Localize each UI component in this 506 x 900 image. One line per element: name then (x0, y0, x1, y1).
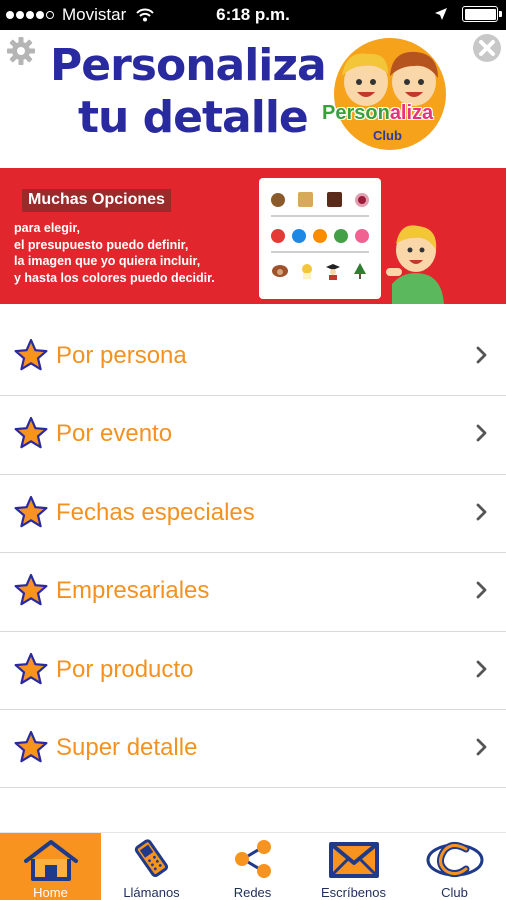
square-icon (298, 192, 314, 207)
share-icon (234, 840, 271, 878)
menu-item-super-detalle[interactable]: Super detalle (0, 710, 506, 789)
color-dot (334, 229, 348, 243)
star-icon (14, 417, 48, 449)
tab-label: Llámanos (123, 885, 180, 900)
envelope-icon (328, 842, 379, 878)
chevron-right-icon (476, 738, 487, 756)
gear-icon[interactable] (6, 36, 36, 66)
menu-item-por-evento[interactable]: Por evento (0, 396, 506, 475)
shape-options (271, 192, 369, 207)
color-dot (355, 229, 369, 243)
app-title-line1: Personaliza (50, 40, 327, 91)
menu-item-label: Super detalle (56, 733, 198, 761)
graduate-icon (326, 264, 341, 280)
angel-icon (301, 264, 312, 279)
menu-item-fechas-especiales[interactable]: Fechas especiales (0, 475, 506, 554)
app-header: Personaliza tu detalle Personaliza Club (0, 30, 506, 168)
phone-icon (134, 839, 168, 878)
menu-item-label: Fechas especiales (56, 498, 255, 526)
tab-redes[interactable]: Redes (202, 833, 303, 900)
club-icon (426, 842, 483, 878)
tab-home[interactable]: Home (0, 833, 101, 900)
logo-text-part1: Person (322, 102, 390, 124)
tab-club[interactable]: Club (404, 833, 505, 900)
image-options (271, 262, 369, 280)
menu-item-label: Por evento (56, 420, 173, 448)
bottom-tab-bar: Home Llámanos Redes Escríbenos Club (0, 832, 506, 900)
home-icon (23, 840, 78, 881)
menu-item-label: Por producto (56, 655, 194, 683)
tree-icon (353, 263, 366, 279)
promo-banner[interactable]: Muchas Opciones para elegir, el presupue… (0, 168, 506, 304)
banner-line: y hasta los colores puedo decidir. (14, 270, 215, 285)
battery-icon (462, 6, 502, 22)
color-dot (313, 229, 327, 243)
close-icon[interactable] (472, 33, 502, 63)
options-card (259, 178, 381, 299)
turkey-icon (272, 265, 288, 277)
menu-item-label: Empresariales (56, 577, 210, 605)
club-logo-text: Personaliza (322, 102, 433, 125)
banner-text: para elegir, el presupuesto puedo defini… (14, 220, 215, 286)
menu-item-label: Por persona (56, 342, 187, 369)
status-right (434, 6, 502, 22)
logo-club-text: Club (373, 128, 402, 143)
cookie-icon (271, 192, 285, 207)
tab-label: Redes (233, 885, 272, 900)
status-time: 6:18 p.m. (216, 5, 290, 24)
category-menu: Por persona Por evento Fechas especiales… (0, 318, 506, 789)
menu-item-por-producto[interactable]: Por producto (0, 632, 506, 710)
tab-label: Home (33, 885, 68, 900)
chevron-right-icon (476, 346, 487, 364)
tab-escribenos[interactable]: Escríbenos (303, 833, 404, 900)
chevron-right-icon (476, 503, 487, 521)
star-icon (14, 495, 48, 528)
star-icon (14, 338, 48, 371)
banner-label: Muchas Opciones (22, 189, 171, 212)
kid-illustration (386, 225, 444, 304)
logo-text-part2: aliza (389, 102, 434, 124)
tab-label: Escríbenos (320, 885, 387, 900)
chocolate-icon (326, 192, 342, 207)
tab-llamanos[interactable]: Llámanos (101, 833, 202, 900)
banner-line: la imagen que yo quiera incluir, (14, 254, 201, 268)
color-dot (271, 229, 285, 243)
banner-line: para elegir, (14, 221, 81, 235)
chevron-right-icon (476, 660, 487, 677)
star-icon (14, 652, 48, 684)
color-dot (292, 229, 306, 243)
chevron-right-icon (476, 424, 487, 442)
location-arrow-icon (435, 8, 447, 20)
menu-item-empresariales[interactable]: Empresariales (0, 553, 506, 632)
status-bar: Movistar 6:18 p.m. (0, 0, 506, 30)
tab-label: Club (441, 885, 468, 900)
chevron-right-icon (476, 581, 487, 599)
color-options (271, 229, 369, 243)
banner-line: el presupuesto puedo definir, (14, 237, 189, 252)
candy-icon (354, 192, 369, 207)
star-icon (14, 730, 48, 763)
card-divider (271, 251, 369, 253)
star-icon (14, 574, 48, 606)
app-title-line2: tu detalle (78, 92, 309, 143)
card-divider (271, 215, 369, 217)
menu-item-por-persona[interactable]: Por persona (0, 318, 506, 397)
